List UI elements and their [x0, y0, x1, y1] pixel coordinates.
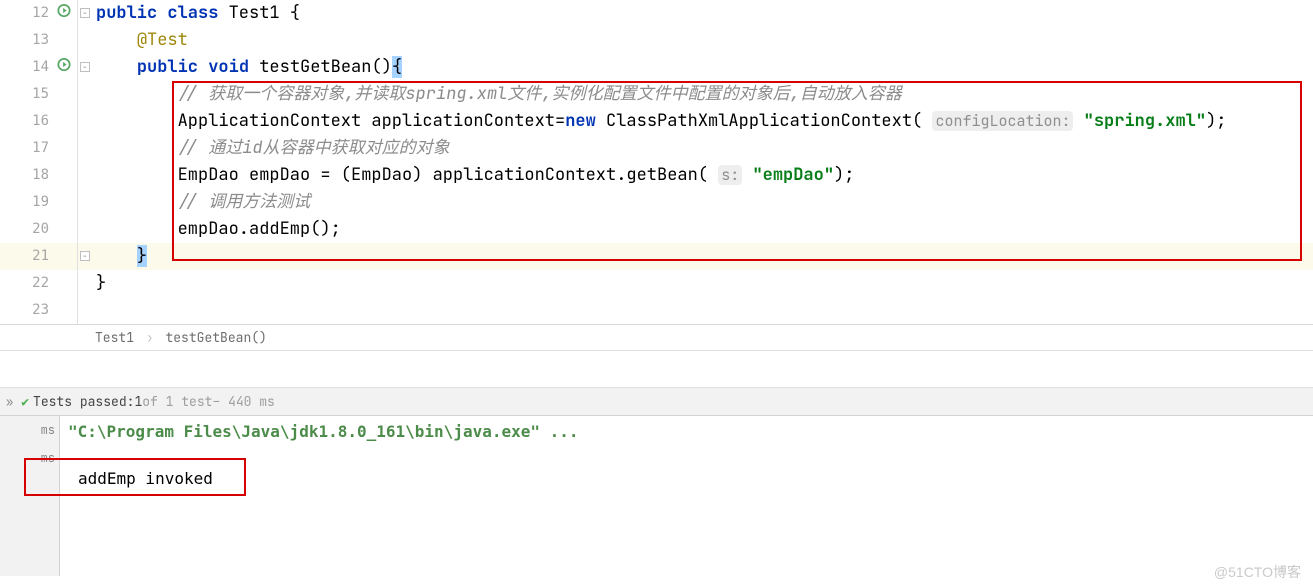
code-line: // 通过id从容器中获取对应的对象 [94, 135, 1313, 162]
line-number: 12 [32, 5, 49, 21]
fold-toggle-icon[interactable]: − [80, 8, 90, 18]
code-line: ApplicationContext applicationContext=ne… [94, 108, 1313, 135]
breadcrumb-item[interactable]: testGetBean() [165, 329, 266, 346]
line-number: 19 [32, 194, 49, 210]
test-status-bar: » ✔ Tests passed: 1 of 1 test – 440 ms [0, 388, 1313, 416]
watermark-text: @51CTO博客 [1214, 562, 1301, 582]
chevron-right-icon: › [146, 329, 154, 346]
console-panel: ms ms "C:\Program Files\Java\jdk1.8.0_16… [0, 416, 1313, 576]
code-line: public class Test1 { [94, 0, 1313, 27]
line-number: 15 [32, 86, 49, 102]
fold-gutter: − − − [78, 0, 94, 324]
run-test-icon[interactable] [57, 0, 71, 27]
tests-passed-label: Tests passed: [33, 388, 134, 416]
tests-passed-count: 1 [134, 388, 142, 416]
check-icon: ✔ [21, 388, 29, 416]
code-editor[interactable]: 12 13 14 15 16 17 18 19 20 21 22 23 − − … [0, 0, 1313, 324]
line-number: 23 [32, 302, 49, 318]
panel-divider[interactable] [0, 350, 1313, 388]
line-number: 13 [32, 32, 49, 48]
parameter-hint: configLocation: [932, 111, 1073, 131]
run-test-icon[interactable] [57, 54, 71, 81]
parameter-hint: s: [718, 165, 742, 185]
breadcrumb-bar[interactable]: Test1 › testGetBean() [0, 324, 1313, 350]
console-sidebar-label: ms [0, 450, 55, 466]
code-line [94, 297, 1313, 324]
fold-toggle-icon[interactable]: − [80, 251, 90, 261]
fold-toggle-icon[interactable]: − [80, 62, 90, 72]
console-output-line: addEmp invoked [68, 465, 223, 492]
code-content[interactable]: public class Test1 { @Test public void t… [94, 0, 1313, 324]
code-line: EmpDao empDao = (EmpDao) applicationCont… [94, 162, 1313, 189]
tests-total-label: of 1 test [142, 388, 212, 416]
code-line-active: } [94, 243, 1313, 270]
line-number: 20 [32, 221, 49, 237]
expand-icon[interactable]: » [6, 388, 13, 416]
code-line: public void testGetBean(){ [94, 54, 1313, 81]
line-number: 16 [32, 113, 49, 129]
line-number: 14 [32, 59, 49, 75]
line-gutter: 12 13 14 15 16 17 18 19 20 21 22 23 [0, 0, 78, 324]
line-number: 18 [32, 167, 49, 183]
code-line: // 获取一个容器对象,并读取spring.xml文件,实例化配置文件中配置的对… [94, 81, 1313, 108]
code-line: empDao.addEmp(); [94, 216, 1313, 243]
tests-duration: – 440 ms [212, 388, 274, 416]
console-sidebar: ms ms [0, 416, 60, 576]
console-output[interactable]: "C:\Program Files\Java\jdk1.8.0_161\bin\… [60, 416, 1313, 576]
line-number: 17 [32, 140, 49, 156]
breadcrumb-item[interactable]: Test1 [95, 329, 134, 346]
line-number: 22 [32, 275, 49, 291]
console-sidebar-label: ms [0, 422, 55, 438]
console-command-line: "C:\Program Files\Java\jdk1.8.0_161\bin\… [68, 422, 1305, 441]
code-line: // 调用方法测试 [94, 189, 1313, 216]
line-number: 21 [32, 248, 49, 264]
code-line: @Test [94, 27, 1313, 54]
code-line: } [94, 270, 1313, 297]
